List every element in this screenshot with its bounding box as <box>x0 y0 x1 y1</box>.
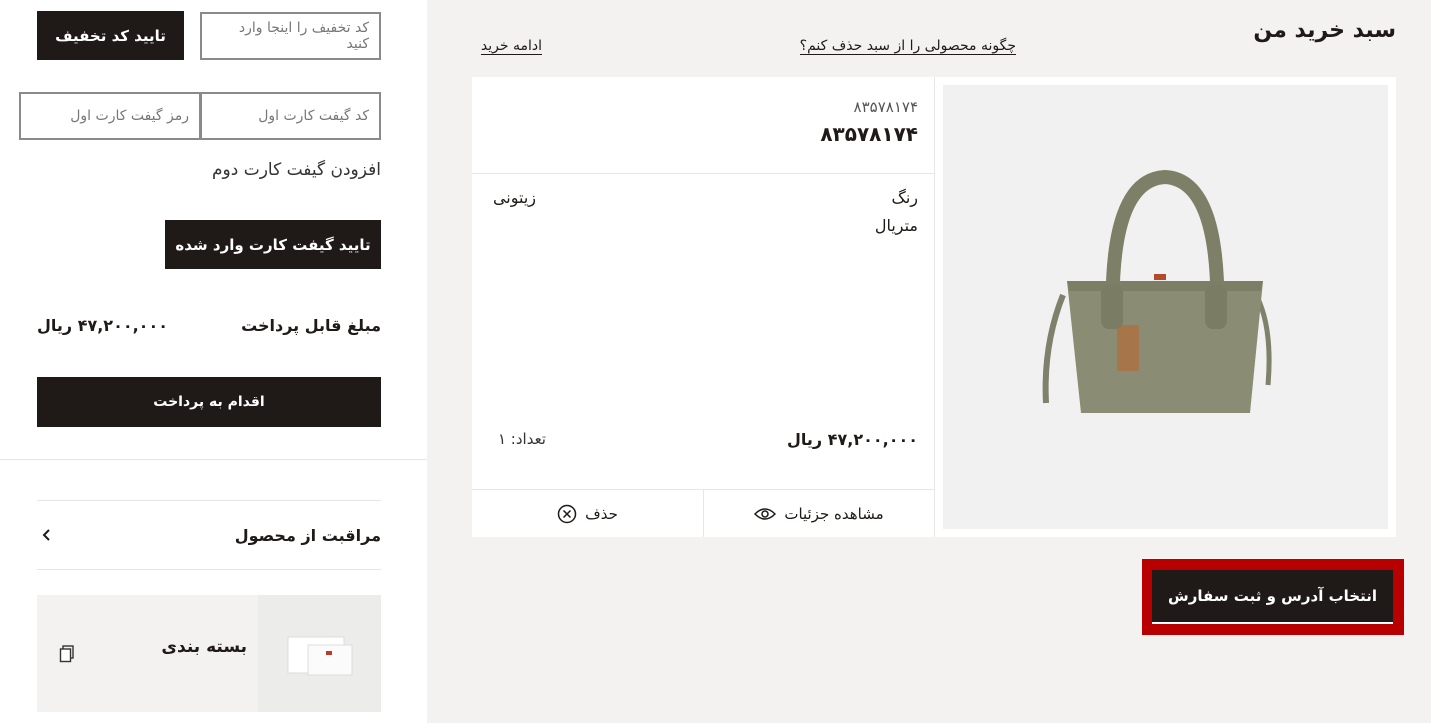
section-divider <box>0 459 427 460</box>
add-second-giftcard-link[interactable]: افزودن گیفت کارت دوم <box>150 160 381 180</box>
remove-label: حذف <box>585 504 618 523</box>
how-remove-link-wrap: چگونه محصولی را از سبد حذف کنم؟ <box>760 38 1016 55</box>
card-divider-1 <box>472 173 934 174</box>
continue-shopping-link[interactable]: ادامه خرید <box>480 38 542 55</box>
packaging-image <box>258 595 381 712</box>
payable-label: مبلغ قابل پرداخت <box>241 316 381 335</box>
packaging-title: بسته بندی <box>161 637 247 657</box>
eye-icon <box>754 507 777 521</box>
item-sku: ۸۳۵۷۸۱۷۴ <box>820 122 918 146</box>
select-address-checkout-button[interactable]: انتخاب آدرس و ثبت سفارش <box>1152 570 1393 624</box>
payable-amount: ۴۷,۲۰۰,۰۰۰ ریال <box>37 316 168 335</box>
view-details-label: مشاهده جزئیات <box>784 504 884 523</box>
item-quantity: تعداد: ۱ <box>497 430 546 448</box>
view-details-button[interactable]: مشاهده جزئیات <box>704 490 934 537</box>
product-care-row[interactable]: مراقبت از محصول <box>37 500 381 570</box>
cart-title: سبد خرید من <box>1253 18 1396 43</box>
remove-item-button[interactable]: حذف <box>472 490 703 537</box>
how-remove-link[interactable]: چگونه محصولی را از سبد حذف کنم؟ <box>799 38 1016 55</box>
checkout-sidebar: تایید کد تخفیف کد تخفیف را اینجا وارد کن… <box>0 0 427 723</box>
card-divider-vertical <box>934 77 935 537</box>
close-circle-icon <box>557 504 577 524</box>
color-value: زیتونی <box>492 188 536 207</box>
item-price: ۴۷,۲۰۰,۰۰۰ ریال <box>787 430 918 449</box>
continue-link-wrap: ادامه خرید <box>472 38 542 55</box>
discount-code-input[interactable]: کد تخفیف را اینجا وارد کنید <box>200 12 381 60</box>
product-care-title: مراقبت از محصول <box>234 525 381 545</box>
giftcard-pin-input[interactable]: رمز گیفت کارت اول <box>19 92 201 140</box>
giftcard-code-input[interactable]: کد گیفت کارت اول <box>200 92 381 140</box>
product-image <box>943 85 1388 529</box>
copy-icon[interactable] <box>59 645 75 663</box>
apply-discount-button[interactable]: تایید کد تخفیف <box>37 11 184 60</box>
proceed-payment-button[interactable]: اقدام به پرداخت <box>37 377 381 427</box>
item-sku-small: ۸۳۵۷۸۱۷۴ <box>853 98 918 116</box>
color-label: رنگ <box>891 188 919 207</box>
packaging-card[interactable]: بسته بندی <box>37 595 381 712</box>
material-label: متریال <box>874 216 918 235</box>
chevron-left-icon <box>37 525 57 545</box>
confirm-giftcard-button[interactable]: تایید گیفت کارت وارد شده <box>165 220 381 269</box>
